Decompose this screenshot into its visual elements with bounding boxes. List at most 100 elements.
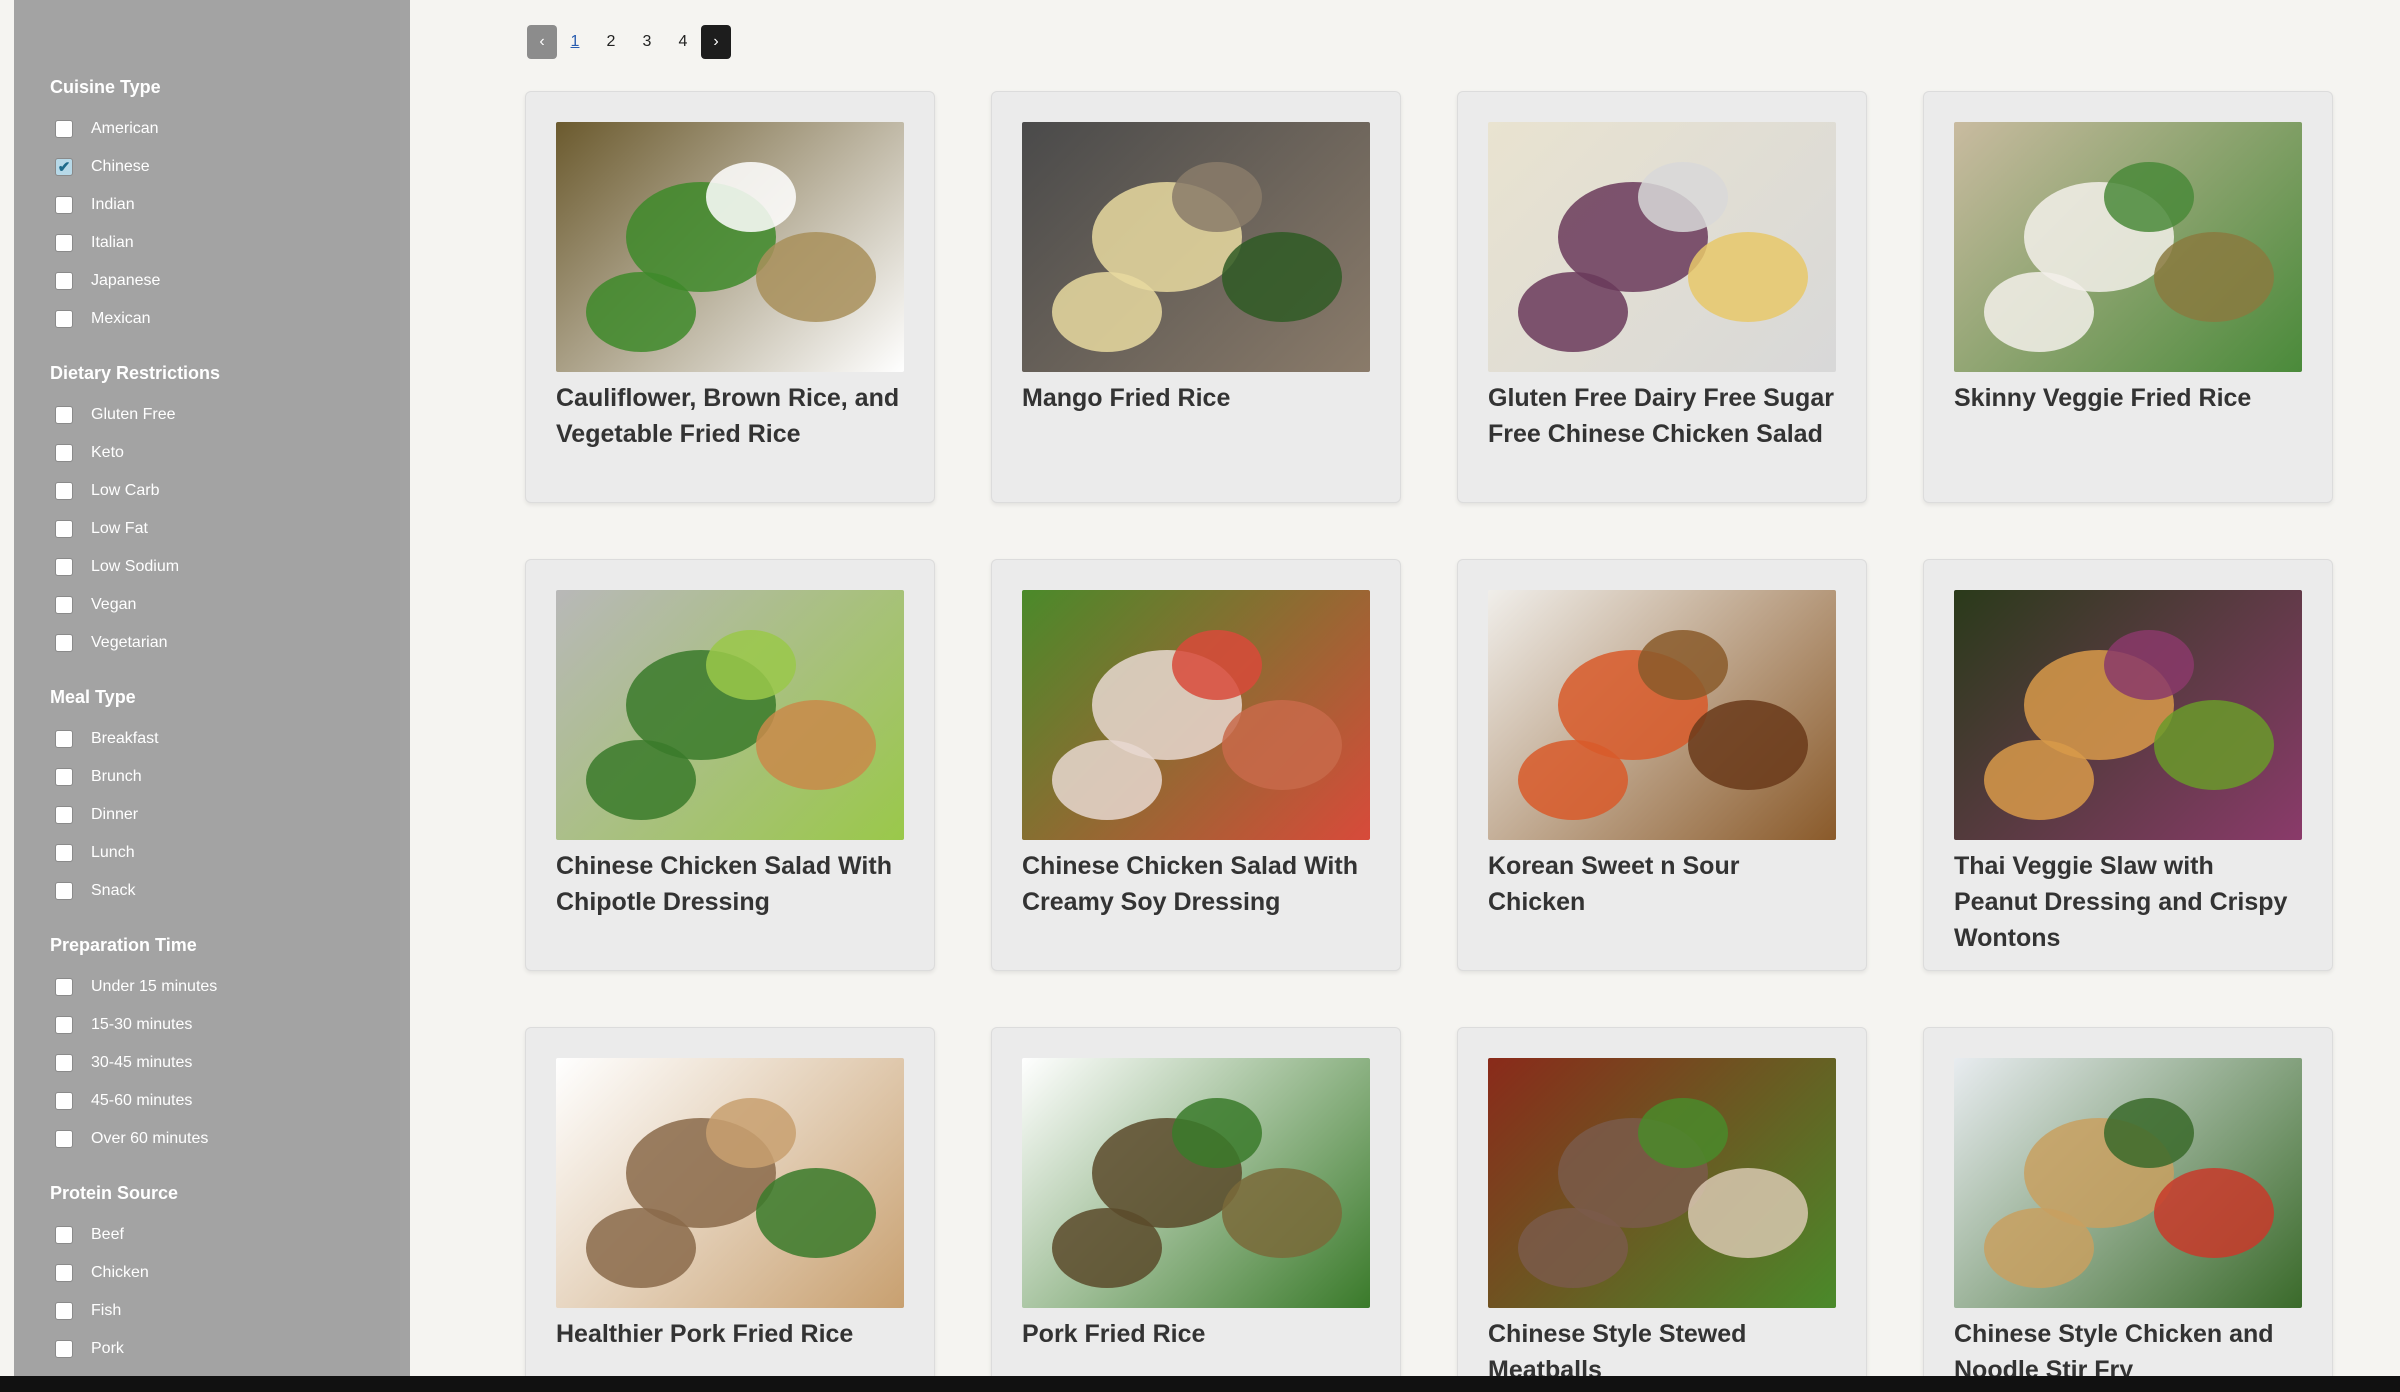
recipe-card[interactable]: Skinny Veggie Fried Rice [1923,91,2333,503]
page-link-4[interactable]: 4 [665,25,701,59]
recipe-image[interactable] [556,1058,904,1308]
checkbox[interactable] [55,596,73,614]
recipe-title[interactable]: Gluten Free Dairy Free Sugar Free Chines… [1488,380,1836,452]
recipe-card[interactable]: Chinese Style Stewed Meatballs [1457,1027,1867,1376]
page-link-2[interactable]: 2 [593,25,629,59]
image-detail [1172,162,1262,232]
recipe-card[interactable]: Mango Fried Rice [991,91,1401,503]
filter-option-30-45-minutes[interactable]: 30-45 minutes [50,1044,410,1082]
image-detail [1172,630,1262,700]
recipe-image[interactable] [1954,122,2302,372]
recipe-image[interactable] [1022,590,1370,840]
checkbox[interactable] [55,272,73,290]
filter-option-15-30-minutes[interactable]: 15-30 minutes [50,1006,410,1044]
checkbox[interactable] [55,1264,73,1282]
checkbox[interactable] [55,120,73,138]
checkbox[interactable] [55,1054,73,1072]
checkbox[interactable] [55,1016,73,1034]
filter-option-japanese[interactable]: Japanese [50,262,410,300]
recipe-title[interactable]: Mango Fried Rice [1022,380,1370,416]
checkbox[interactable] [55,234,73,252]
filter-option-keto[interactable]: Keto [50,434,410,472]
recipe-title[interactable]: Chinese Style Chicken and Noodle Stir Fr… [1954,1316,2302,1376]
checkbox[interactable] [55,978,73,996]
recipe-image[interactable] [556,590,904,840]
filter-option-low-carb[interactable]: Low Carb [50,472,410,510]
filter-option-mexican[interactable]: Mexican [50,300,410,338]
prev-page-button[interactable]: ‹ [527,25,557,59]
recipe-card[interactable]: Korean Sweet n Sour Chicken [1457,559,1867,971]
page-link-3[interactable]: 3 [629,25,665,59]
recipe-image[interactable] [556,122,904,372]
recipe-title[interactable]: Chinese Style Stewed Meatballs [1488,1316,1836,1376]
checkbox[interactable] [55,730,73,748]
checkbox[interactable] [55,196,73,214]
filter-option-breakfast[interactable]: Breakfast [50,720,410,758]
checkbox[interactable] [55,1340,73,1358]
filter-option-dinner[interactable]: Dinner [50,796,410,834]
filter-group-protein-source: Protein Source Beef Chicken Fish Pork [50,1178,410,1368]
filter-option-vegetarian[interactable]: Vegetarian [50,624,410,662]
recipe-title[interactable]: Pork Fried Rice [1022,1316,1370,1352]
filter-option-beef[interactable]: Beef [50,1216,410,1254]
recipe-card[interactable]: Thai Veggie Slaw with Peanut Dressing an… [1923,559,2333,971]
filter-option-indian[interactable]: Indian [50,186,410,224]
filter-option-snack[interactable]: Snack [50,872,410,910]
recipe-image[interactable] [1488,122,1836,372]
filter-option-low-sodium[interactable]: Low Sodium [50,548,410,586]
checkbox[interactable] [55,806,73,824]
recipe-card[interactable]: Pork Fried Rice [991,1027,1401,1376]
recipe-title[interactable]: Chinese Chicken Salad With Chipotle Dres… [556,848,904,920]
recipe-title[interactable]: Cauliflower, Brown Rice, and Vegetable F… [556,380,904,452]
checkbox[interactable] [55,520,73,538]
filter-option-lunch[interactable]: Lunch [50,834,410,872]
filter-option-american[interactable]: American [50,110,410,148]
recipe-image[interactable] [1488,1058,1836,1308]
filter-option-brunch[interactable]: Brunch [50,758,410,796]
checkbox[interactable] [55,482,73,500]
recipe-card[interactable]: Cauliflower, Brown Rice, and Vegetable F… [525,91,935,503]
checkbox[interactable] [55,444,73,462]
recipe-image[interactable] [1954,1058,2302,1308]
filter-option-pork[interactable]: Pork [50,1330,410,1368]
filter-option-italian[interactable]: Italian [50,224,410,262]
checkbox[interactable]: ✔ [55,158,73,176]
recipe-title[interactable]: Healthier Pork Fried Rice [556,1316,904,1352]
checkbox[interactable] [55,768,73,786]
recipe-title[interactable]: Thai Veggie Slaw with Peanut Dressing an… [1954,848,2302,956]
recipe-card[interactable]: Chinese Chicken Salad With Creamy Soy Dr… [991,559,1401,971]
recipe-image[interactable] [1954,590,2302,840]
page-link-1[interactable]: 1 [557,25,593,59]
checkbox[interactable] [55,634,73,652]
recipe-card[interactable]: Chinese Chicken Salad With Chipotle Dres… [525,559,935,971]
checkbox[interactable] [55,1130,73,1148]
checkbox[interactable] [55,310,73,328]
recipe-image[interactable] [1022,122,1370,372]
recipe-title[interactable]: Korean Sweet n Sour Chicken [1488,848,1836,920]
recipe-card[interactable]: Gluten Free Dairy Free Sugar Free Chines… [1457,91,1867,503]
filter-option-low-fat[interactable]: Low Fat [50,510,410,548]
filter-option-chinese[interactable]: ✔ Chinese [50,148,410,186]
filter-option-gluten-free[interactable]: Gluten Free [50,396,410,434]
recipe-title[interactable]: Skinny Veggie Fried Rice [1954,380,2302,416]
recipe-title[interactable]: Chinese Chicken Salad With Creamy Soy Dr… [1022,848,1370,920]
checkbox[interactable] [55,558,73,576]
recipe-image[interactable] [1022,1058,1370,1308]
filter-option-under-15-minutes[interactable]: Under 15 minutes [50,968,410,1006]
image-detail [1984,272,2094,352]
filter-option-over-60-minutes[interactable]: Over 60 minutes [50,1120,410,1158]
checkbox[interactable] [55,1302,73,1320]
checkbox[interactable] [55,406,73,424]
recipe-card[interactable]: Chinese Style Chicken and Noodle Stir Fr… [1923,1027,2333,1376]
checkbox[interactable] [55,1226,73,1244]
recipe-image[interactable] [1488,590,1836,840]
filter-option-vegan[interactable]: Vegan [50,586,410,624]
recipe-card[interactable]: Healthier Pork Fried Rice [525,1027,935,1376]
checkbox[interactable] [55,1092,73,1110]
next-page-button[interactable]: › [701,25,731,59]
filter-option-fish[interactable]: Fish [50,1292,410,1330]
filter-option-45-60-minutes[interactable]: 45-60 minutes [50,1082,410,1120]
checkbox[interactable] [55,844,73,862]
filter-option-chicken[interactable]: Chicken [50,1254,410,1292]
checkbox[interactable] [55,882,73,900]
